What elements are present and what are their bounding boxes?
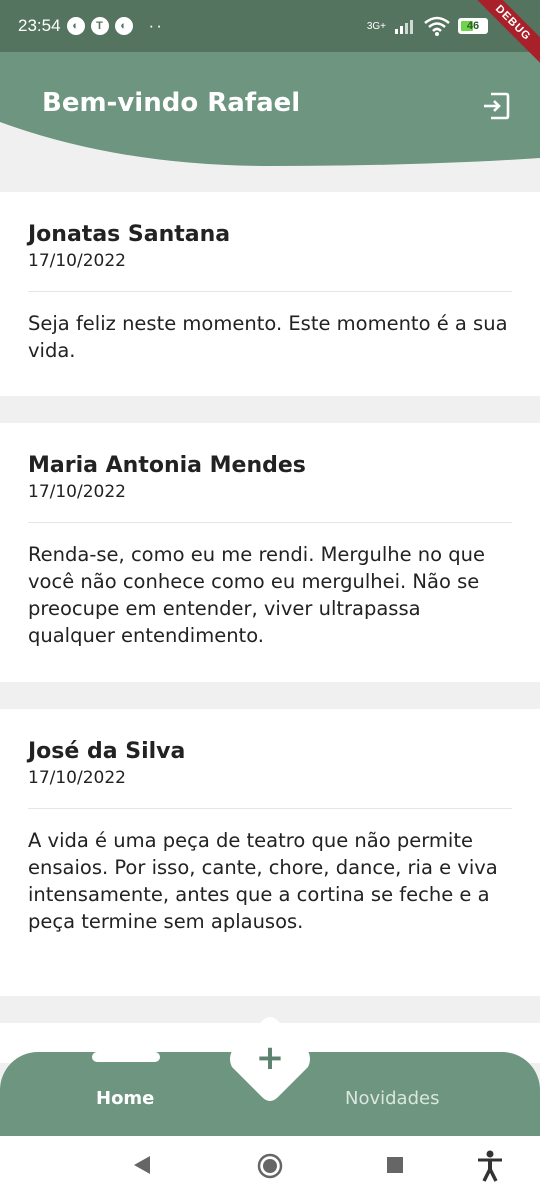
nav-active-indicator <box>92 1052 160 1062</box>
accessibility-icon[interactable] <box>476 1150 504 1182</box>
card-divider <box>28 808 512 809</box>
post-date: 17/10/2022 <box>28 768 126 788</box>
teams-icon: T <box>90 17 109 35</box>
post-card: José da Silva 17/10/2022 A vida é uma pe… <box>0 709 540 996</box>
status-time: 23:54 <box>18 16 61 35</box>
recents-icon[interactable] <box>386 1156 404 1174</box>
status-bar: 23:54 ◐ T ◐ ·· 3G+ 46 <box>0 0 540 52</box>
post-message: Renda-se, como eu me rendi. Mergulhe no … <box>28 543 486 647</box>
nav-item-home[interactable]: Home <box>96 1088 154 1109</box>
notification-app-icon-2: ◐ <box>114 17 133 35</box>
post-card: Jonatas Santana 17/10/2022 Seja feliz ne… <box>0 192 540 396</box>
post-author: Jonatas Santana <box>28 222 231 247</box>
system-nav-bar <box>0 1136 540 1200</box>
debug-banner: DEBUG <box>467 0 540 69</box>
add-post-button[interactable]: + <box>228 1017 312 1101</box>
signal-icon <box>395 20 413 34</box>
post-date: 17/10/2022 <box>28 251 126 271</box>
post-date: 17/10/2022 <box>28 482 126 502</box>
post-message: Seja feliz neste momento. Este momento é… <box>28 312 508 362</box>
post-card: Maria Antonia Mendes 17/10/2022 Renda-se… <box>0 423 540 682</box>
network-type: 3G+ <box>366 20 386 32</box>
app-header: Bem-vindo Rafael <box>0 52 540 166</box>
post-author: Maria Antonia Mendes <box>28 453 306 478</box>
wifi-icon <box>424 16 450 36</box>
post-message: A vida é uma peça de teatro que não perm… <box>28 829 498 933</box>
logout-icon[interactable] <box>482 92 510 120</box>
card-divider <box>28 522 512 523</box>
post-author: José da Silva <box>28 739 186 764</box>
plus-icon: + <box>255 1038 285 1078</box>
home-circle-icon[interactable] <box>257 1153 283 1179</box>
nav-item-novidades[interactable]: Novidades <box>345 1088 439 1109</box>
page-title: Bem-vindo Rafael <box>42 88 301 118</box>
card-divider <box>28 291 512 292</box>
notification-app-icon: ◐ <box>66 17 85 35</box>
more-notifications-icon: ·· <box>148 16 164 35</box>
back-icon[interactable] <box>132 1154 152 1176</box>
